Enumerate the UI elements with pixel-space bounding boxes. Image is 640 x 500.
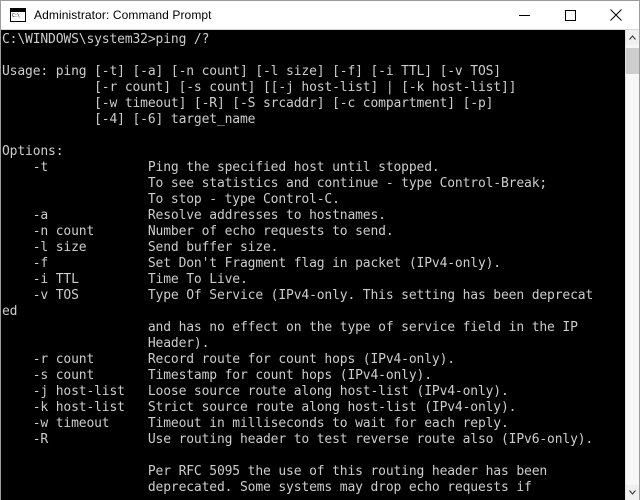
title-bar[interactable]: Administrator: Command Prompt [1, 1, 639, 30]
minimize-icon [518, 14, 530, 16]
scroll-down-button[interactable] [626, 485, 639, 500]
command-prompt-window: Administrator: Command Prompt C:\WINDO [0, 0, 640, 500]
console-icon [10, 8, 26, 22]
scrollbar-thumb[interactable] [626, 48, 639, 74]
maximize-button[interactable] [547, 1, 593, 29]
caption-button-group [501, 1, 639, 29]
window-title: Administrator: Command Prompt [34, 8, 212, 22]
console-output-area[interactable]: C:\WINDOWS\system32>ping /? Usage: ping … [1, 30, 639, 500]
scroll-up-icon [629, 35, 636, 40]
scroll-down-icon [629, 490, 636, 495]
minimize-button[interactable] [501, 1, 547, 29]
scroll-up-button[interactable] [626, 30, 639, 45]
vertical-scrollbar[interactable] [625, 30, 639, 500]
close-icon [610, 9, 622, 21]
scrollbar-track[interactable] [626, 45, 639, 485]
close-button[interactable] [593, 1, 639, 29]
maximize-icon [564, 9, 576, 21]
console-text: C:\WINDOWS\system32>ping /? Usage: ping … [2, 32, 594, 495]
